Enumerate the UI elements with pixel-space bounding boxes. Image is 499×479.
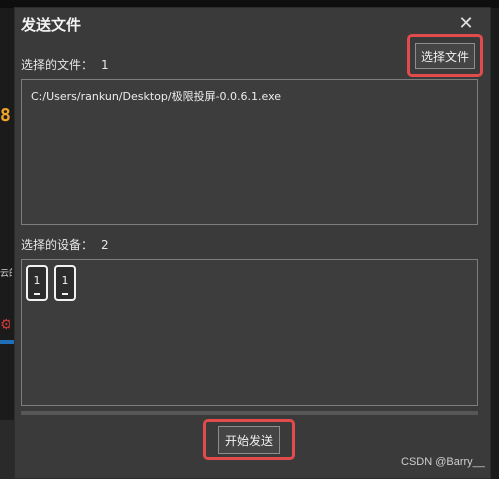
file-list-item[interactable]: C:/Users/rankun/Desktop/极限投屏-0.0.6.1.exe — [31, 88, 281, 104]
screen: 8 云的 ⚙ 发送文件 ✕ 选择的文件： 1 选择文件 C:/Users/rank… — [0, 0, 499, 479]
selected-files-count: 1 — [101, 58, 109, 72]
close-icon[interactable]: ✕ — [456, 14, 476, 34]
send-progress-bar — [21, 411, 478, 415]
background-blue-strip — [0, 340, 14, 344]
background-bottom-band — [0, 420, 14, 479]
start-send-button[interactable]: 开始发送 — [218, 426, 280, 454]
file-list[interactable]: C:/Users/rankun/Desktop/极限投屏-0.0.6.1.exe — [21, 79, 478, 225]
device-label: 1 — [33, 274, 41, 287]
background-red-icon: ⚙ — [0, 318, 10, 332]
pick-file-button[interactable]: 选择文件 — [415, 43, 475, 69]
device-label: 1 — [61, 274, 69, 287]
selected-devices-label-text: 选择的设备： — [21, 238, 94, 252]
device-home-bar — [62, 293, 68, 295]
device-list[interactable]: 1 1 — [21, 259, 478, 406]
device-home-bar — [34, 293, 40, 295]
background-label: 云的 — [0, 269, 12, 279]
device-phone-icon[interactable]: 1 — [54, 265, 76, 301]
selected-files-label-text: 选择的文件： — [21, 58, 94, 72]
send-file-dialog: 发送文件 ✕ 选择的文件： 1 选择文件 C:/Users/rankun/Desk… — [14, 7, 491, 479]
watermark: CSDN @Barry__ — [401, 456, 485, 468]
device-phone-icon[interactable]: 1 — [26, 265, 48, 301]
background-digit: 8 — [0, 105, 11, 126]
selected-devices-label: 选择的设备： 2 — [21, 236, 109, 253]
dialog-title: 发送文件 — [21, 16, 82, 34]
selected-devices-count: 2 — [101, 238, 109, 252]
selected-files-label: 选择的文件： 1 — [21, 56, 109, 73]
